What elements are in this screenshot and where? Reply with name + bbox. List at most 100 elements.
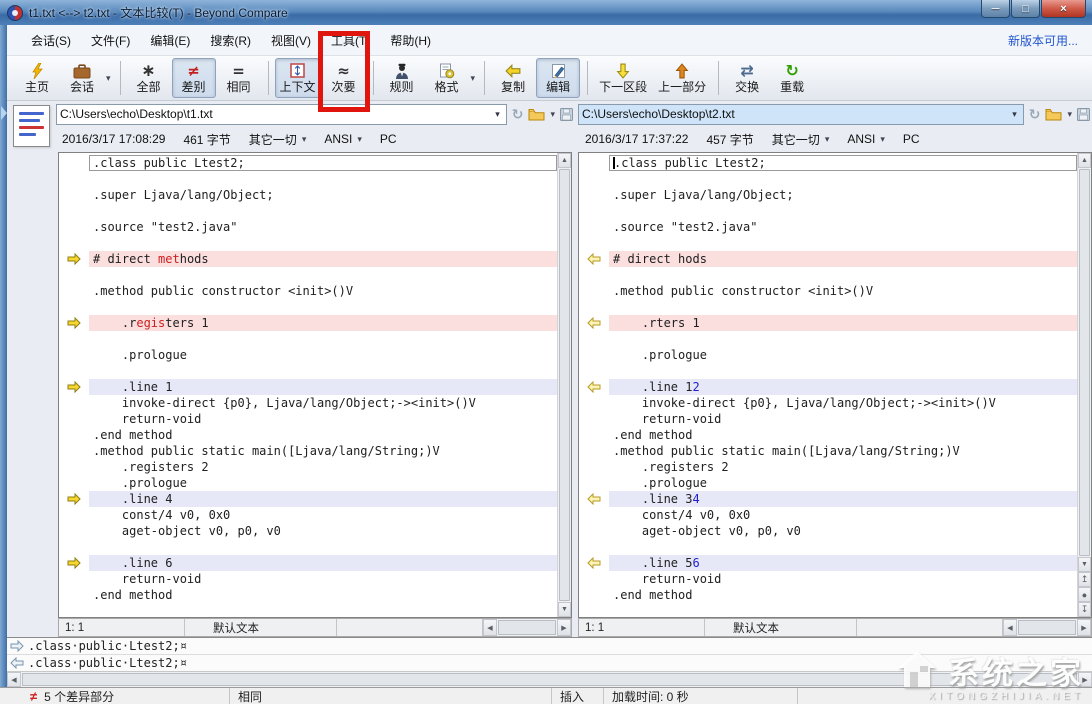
save-icon[interactable] xyxy=(1077,107,1090,121)
code-line[interactable]: .rters 1 xyxy=(579,315,1077,331)
diff-arrow-icon[interactable] xyxy=(579,315,609,331)
code-line[interactable]: .end method xyxy=(579,587,1077,603)
code-line[interactable] xyxy=(59,203,557,219)
toolbar-minor-button[interactable]: ≈ 次要 xyxy=(322,58,366,98)
sidebar-grip-icon[interactable] xyxy=(1,106,7,120)
chevron-down-icon[interactable]: ▾ xyxy=(550,109,555,120)
toolbar-next-section-button[interactable]: 下一区段 xyxy=(594,58,652,98)
scrollbar-thumb[interactable] xyxy=(1079,169,1090,556)
scrollbar-track[interactable] xyxy=(497,619,557,636)
menu-item-2[interactable]: 文件(F) xyxy=(81,28,140,53)
code-line[interactable]: .super Ljava/lang/Object; xyxy=(579,187,1077,203)
code-line[interactable]: .line 1 xyxy=(59,379,557,395)
code-line[interactable]: .method public constructor <init>()V xyxy=(579,283,1077,299)
code-line[interactable]: .prologue xyxy=(59,347,557,363)
toolbar-home-button[interactable]: 主页 xyxy=(15,58,59,98)
toolbar-format-button[interactable]: 格式 xyxy=(425,58,469,98)
toolbar-edit-button[interactable]: 编辑 xyxy=(536,58,581,98)
code-line[interactable] xyxy=(59,539,557,555)
diff-arrow-icon[interactable] xyxy=(579,379,609,395)
code-line[interactable]: .registers 1 xyxy=(59,315,557,331)
right-encoding-dropdown[interactable]: ANSI ▾ xyxy=(847,132,885,146)
scrollbar-thumb[interactable] xyxy=(1018,620,1076,635)
save-icon[interactable] xyxy=(560,107,573,121)
sync-icon[interactable]: ↻ xyxy=(512,106,524,123)
code-line[interactable] xyxy=(59,363,557,379)
menu-item-3[interactable]: 编辑(E) xyxy=(140,28,200,53)
diff-arrow-icon[interactable] xyxy=(59,379,89,395)
jump-next-diff-icon[interactable]: ↧ xyxy=(1078,602,1091,617)
diff-arrow-icon[interactable] xyxy=(59,315,89,331)
scroll-down-icon[interactable]: ▼ xyxy=(558,602,571,617)
right-path-input[interactable]: C:\Users\echo\Desktop\t2.txt ▾ xyxy=(578,103,1024,125)
chevron-down-icon[interactable]: ▾ xyxy=(106,73,111,84)
code-line[interactable]: .method public constructor <init>()V xyxy=(59,283,557,299)
scroll-left-icon[interactable]: ◀ xyxy=(483,619,497,636)
chevron-down-icon[interactable]: ▾ xyxy=(1067,109,1072,120)
code-line[interactable]: .prologue xyxy=(59,475,557,491)
right-rule-dropdown[interactable]: 其它一切 ▾ xyxy=(772,131,830,148)
code-line[interactable]: .registers 2 xyxy=(579,459,1077,475)
code-line[interactable]: invoke-direct {p0}, Ljava/lang/Object;->… xyxy=(59,395,557,411)
code-line[interactable]: aget-object v0, p0, v0 xyxy=(59,523,557,539)
toolbar-swap-button[interactable]: ⇄ 交换 xyxy=(725,58,769,98)
code-line[interactable]: const/4 v0, 0x0 xyxy=(59,507,557,523)
diff-arrow-icon[interactable] xyxy=(579,555,609,571)
menu-item-4[interactable]: 搜索(R) xyxy=(200,28,261,53)
code-line[interactable]: .prologue xyxy=(579,347,1077,363)
scrollbar-track[interactable] xyxy=(21,672,1078,687)
toolbar-differences-button[interactable]: ≠ 差别 xyxy=(171,58,216,98)
center-current-diff-icon[interactable]: ● xyxy=(1078,587,1091,602)
code-line[interactable]: .method public static main([Ljava/lang/S… xyxy=(579,443,1077,459)
code-line[interactable] xyxy=(579,331,1077,347)
code-line[interactable] xyxy=(579,539,1077,555)
code-line[interactable]: .line 34 xyxy=(579,491,1077,507)
maximize-button[interactable]: □ xyxy=(1011,0,1040,18)
toolbar-copy-button[interactable]: 复制 xyxy=(491,58,535,98)
code-line[interactable]: .line 12 xyxy=(579,379,1077,395)
code-line[interactable] xyxy=(579,267,1077,283)
toolbar-prev-part-button[interactable]: 上一部分 xyxy=(653,58,711,98)
scroll-left-icon[interactable]: ◀ xyxy=(7,672,21,687)
toolbar-same-button[interactable]: = 相同 xyxy=(217,58,261,98)
code-line[interactable]: # direct hods xyxy=(579,251,1077,267)
menu-item-6[interactable]: 工具(T) xyxy=(321,28,380,53)
code-line[interactable]: .source "test2.java" xyxy=(59,219,557,235)
browse-folder-icon[interactable] xyxy=(528,108,545,121)
toolbar-sessions-button[interactable]: 会话 xyxy=(60,58,104,98)
scrollbar-thumb[interactable] xyxy=(559,169,570,601)
scroll-up-icon[interactable]: ▲ xyxy=(558,153,571,168)
code-line[interactable]: return-void xyxy=(579,411,1077,427)
code-line[interactable]: .line 4 xyxy=(59,491,557,507)
code-line[interactable]: return-void xyxy=(59,411,557,427)
toolbar-all-button[interactable]: ∗ 全部 xyxy=(127,58,171,98)
sync-icon[interactable]: ↻ xyxy=(1029,106,1041,123)
code-line[interactable]: return-void xyxy=(579,571,1077,587)
toolbar-reload-button[interactable]: ↻ 重载 xyxy=(770,58,814,98)
scroll-right-icon[interactable]: ▶ xyxy=(557,619,571,636)
scrollbar-track[interactable] xyxy=(1078,168,1091,557)
code-line[interactable]: .source "test2.java" xyxy=(579,219,1077,235)
code-line[interactable]: .line 6 xyxy=(59,555,557,571)
diff-arrow-icon[interactable] xyxy=(59,251,89,267)
code-line[interactable]: aget-object v0, p0, v0 xyxy=(579,523,1077,539)
toolbar-context-button[interactable]: 上下文 xyxy=(274,58,321,98)
minimize-button[interactable]: ─ xyxy=(981,0,1010,18)
scroll-right-icon[interactable]: ▶ xyxy=(1077,619,1091,636)
code-line[interactable]: const/4 v0, 0x0 xyxy=(579,507,1077,523)
code-line[interactable]: return-void xyxy=(59,571,557,587)
code-line[interactable]: .super Ljava/lang/Object; xyxy=(59,187,557,203)
code-line[interactable] xyxy=(59,171,557,187)
scroll-right-icon[interactable]: ▶ xyxy=(1078,672,1092,687)
code-line[interactable] xyxy=(59,299,557,315)
code-line[interactable] xyxy=(59,235,557,251)
chevron-down-icon[interactable]: ▾ xyxy=(471,73,476,84)
menu-item-1[interactable]: 会话(S) xyxy=(21,28,81,53)
scrollbar-track[interactable] xyxy=(1017,619,1077,636)
left-rule-dropdown[interactable]: 其它一切 ▾ xyxy=(249,131,307,148)
left-editor-pane[interactable]: .class public Ltest2; .super Ljava/lang/O… xyxy=(58,152,572,618)
code-line[interactable] xyxy=(59,267,557,283)
code-line[interactable]: .end method xyxy=(579,427,1077,443)
close-button[interactable]: × xyxy=(1041,0,1086,18)
code-line[interactable] xyxy=(579,203,1077,219)
